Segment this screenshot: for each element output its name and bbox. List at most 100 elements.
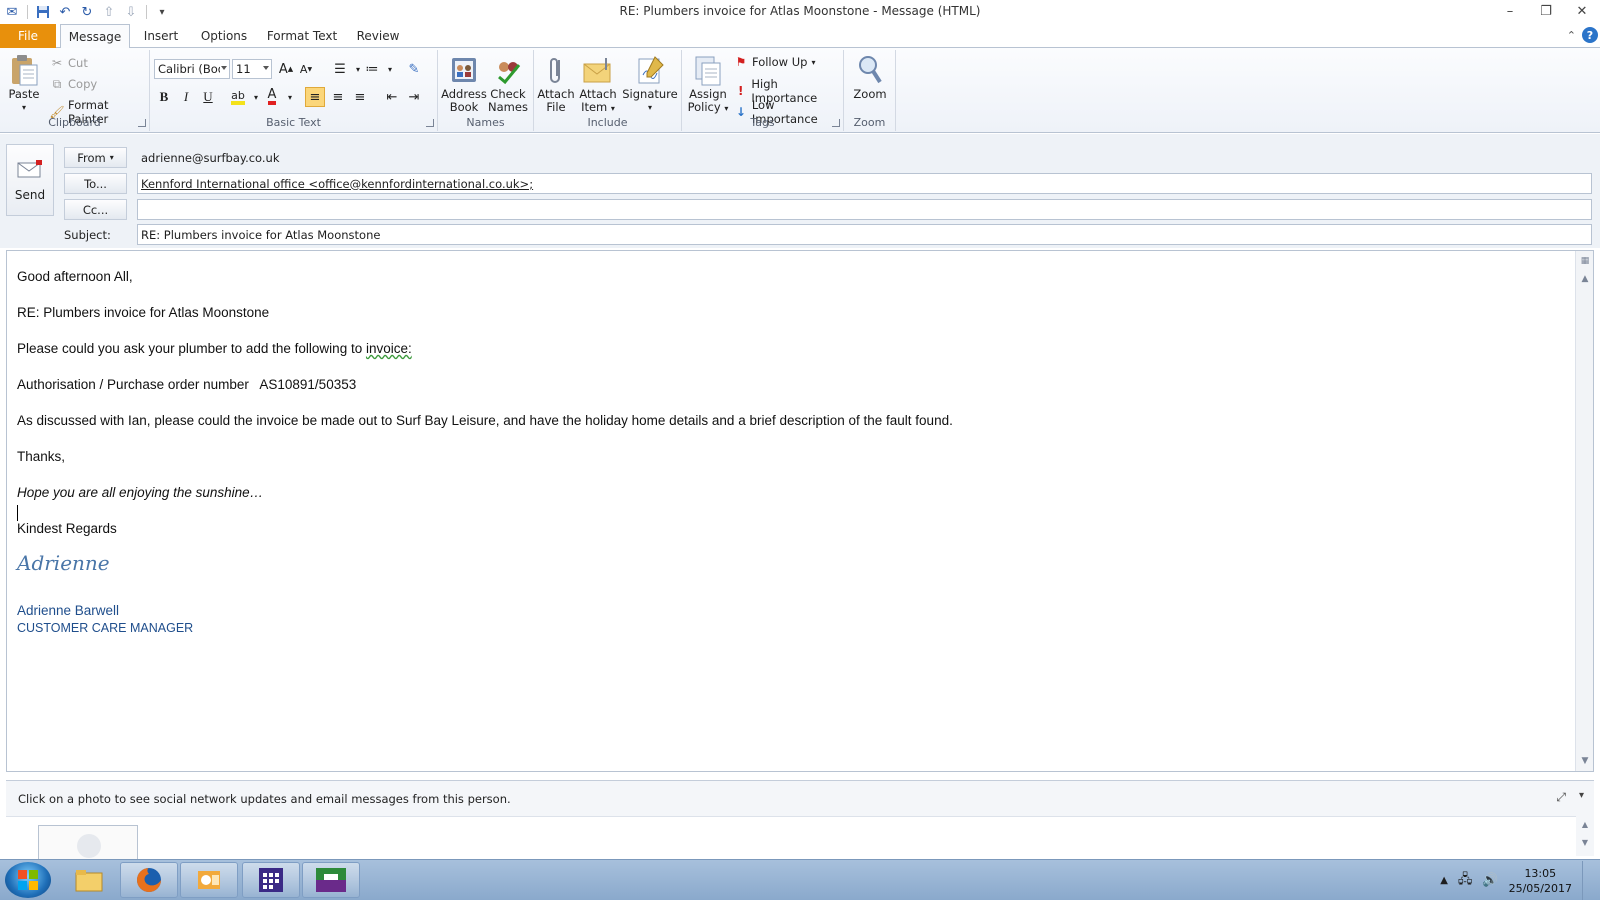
attach-item-dropdown-icon[interactable]: ▾ xyxy=(611,104,615,113)
taskbar-firefox[interactable] xyxy=(120,862,178,898)
people-pane-scrollbar[interactable]: ▲ ▼ xyxy=(1576,816,1594,857)
signature-dropdown-icon[interactable]: ▾ xyxy=(648,101,652,114)
ruler-toggle-icon[interactable]: ▦ xyxy=(1579,255,1591,267)
to-recipient[interactable]: Kennford International office <office@ke… xyxy=(141,177,533,191)
to-button[interactable]: To... xyxy=(64,173,127,194)
attach-item-button[interactable]: Attach Item ▾ xyxy=(576,54,620,115)
paste-dropdown-icon[interactable]: ▾ xyxy=(22,101,26,114)
check-names-button[interactable]: Check Names xyxy=(486,54,530,114)
zoom-button[interactable]: Zoom xyxy=(848,54,892,101)
collapse-people-pane-icon[interactable]: ▾ xyxy=(1579,790,1584,801)
italic-icon[interactable]: I xyxy=(176,87,196,107)
customize-qat-icon[interactable]: ▾ xyxy=(152,2,172,22)
clipboard-dialog-launcher-icon[interactable] xyxy=(138,119,146,127)
check-names-label-line2: Names xyxy=(488,100,528,114)
numbering-dropdown-icon[interactable]: ▾ xyxy=(380,59,400,79)
to-field[interactable]: Kennford International office <office@ke… xyxy=(137,173,1592,194)
paste-button[interactable]: Paste ▾ xyxy=(6,54,42,114)
collapse-ribbon-icon[interactable]: ⌃ xyxy=(1567,29,1576,42)
assign-policy-icon xyxy=(692,54,724,86)
restore-icon[interactable]: ❐ xyxy=(1528,0,1564,22)
from-button[interactable]: From ▾ xyxy=(64,147,127,168)
tab-options[interactable]: Options xyxy=(194,24,254,48)
underline-icon[interactable]: U xyxy=(198,87,218,107)
message-header: Send From ▾ adrienne@surfbay.co.uk To...… xyxy=(0,134,1600,248)
font-color-icon[interactable]: A xyxy=(262,87,282,107)
redo-icon[interactable]: ↻ xyxy=(77,2,97,22)
taskbar-outlook[interactable] xyxy=(180,862,238,898)
tab-message[interactable]: Message xyxy=(60,24,130,49)
network-icon[interactable]: 🖧 xyxy=(1458,870,1473,892)
expand-people-pane-icon[interactable]: ⤢ xyxy=(1556,790,1566,805)
clipboard-group-label: Clipboard xyxy=(48,116,101,129)
include-group-label: Include xyxy=(587,116,628,129)
ribbon-right-controls: ⌃ ? xyxy=(1567,27,1598,43)
attach-item-label-line2: Item xyxy=(581,100,608,114)
volume-icon[interactable]: 🔊 xyxy=(1482,873,1498,888)
follow-up-dropdown-icon[interactable]: ▾ xyxy=(811,58,815,67)
assign-policy-dropdown-icon[interactable]: ▾ xyxy=(724,104,728,113)
decrease-indent-icon[interactable]: ⇤ xyxy=(382,87,402,107)
align-center-icon[interactable]: ≡ xyxy=(328,87,348,107)
bullets-icon[interactable]: ☰ xyxy=(330,59,350,79)
tab-file[interactable]: File xyxy=(0,24,56,48)
clear-formatting-icon[interactable]: ✎ xyxy=(404,59,424,79)
paste-icon xyxy=(8,54,40,86)
scissors-icon: ✂ xyxy=(51,56,63,70)
body-scrollbar[interactable]: ▦ ▲ ▼ xyxy=(1575,251,1593,771)
highlight-icon[interactable]: ab xyxy=(228,87,248,107)
undo-icon[interactable]: ↶ xyxy=(55,2,75,22)
close-icon[interactable]: ✕ xyxy=(1564,0,1600,22)
numbering-icon[interactable]: ≔ xyxy=(362,59,382,79)
next-item-icon[interactable]: ⇩ xyxy=(121,2,141,22)
taskbar-calendar-app[interactable] xyxy=(242,862,300,898)
tab-format-text[interactable]: Format Text xyxy=(262,24,342,48)
outlook-app-icon[interactable]: ✉ xyxy=(2,2,22,22)
tags-dialog-launcher-icon[interactable] xyxy=(832,119,840,127)
envelope-attach-icon xyxy=(582,54,614,86)
sender-title: CUSTOMER CARE MANAGER xyxy=(17,621,194,635)
signature-button[interactable]: Signature ▾ xyxy=(622,54,678,114)
scroll-down-icon[interactable]: ▼ xyxy=(1579,755,1591,767)
cc-button[interactable]: Cc... xyxy=(64,199,127,220)
taskbar-explorer[interactable] xyxy=(60,862,118,898)
cc-field[interactable] xyxy=(137,199,1592,220)
basic-text-group: Calibri (Body) 11 A▲ A▼ ☰ ▾ ≔ ▾ ✎ B I U … xyxy=(150,50,438,131)
show-desktop-button[interactable] xyxy=(1582,860,1592,900)
attach-file-button[interactable]: Attach File xyxy=(537,54,575,114)
send-button[interactable]: Send xyxy=(6,144,54,216)
cut-button[interactable]: ✂ Cut xyxy=(50,56,88,70)
scroll-up-icon[interactable]: ▲ xyxy=(1579,273,1591,285)
font-name-select[interactable]: Calibri (Body) xyxy=(154,59,230,79)
align-left-icon[interactable]: ≡ xyxy=(305,87,325,107)
system-clock[interactable]: 13:05 25/05/2017 xyxy=(1509,866,1572,896)
title-bar: ✉ ↶ ↻ ⇧ ⇩ ▾ RE: Plumbers invoice for Atl… xyxy=(0,0,1600,24)
minimize-icon[interactable]: – xyxy=(1492,0,1528,22)
taskbar-sage[interactable] xyxy=(302,862,360,898)
message-body[interactable]: Good afternoon All, RE: Plumbers invoice… xyxy=(6,250,1594,772)
zoom-group-label: Zoom xyxy=(853,116,886,129)
clipboard-group: Paste ▾ ✂ Cut ⧉ Copy 🖌 Format Painter Cl… xyxy=(0,50,150,131)
assign-policy-button[interactable]: Assign Policy ▾ xyxy=(686,54,730,115)
start-button[interactable] xyxy=(5,862,51,898)
increase-indent-icon[interactable]: ⇥ xyxy=(404,87,424,107)
tab-review[interactable]: Review xyxy=(350,24,406,48)
basic-text-dialog-launcher-icon[interactable] xyxy=(426,119,434,127)
font-size-select[interactable]: 11 xyxy=(232,59,272,79)
help-icon[interactable]: ? xyxy=(1582,27,1598,43)
align-right-icon[interactable]: ≡ xyxy=(350,87,370,107)
ribbon: Paste ▾ ✂ Cut ⧉ Copy 🖌 Format Painter Cl… xyxy=(0,48,1600,133)
copy-button[interactable]: ⧉ Copy xyxy=(50,77,97,92)
firefox-icon xyxy=(137,868,161,892)
tab-insert[interactable]: Insert xyxy=(136,24,186,48)
font-color-dropdown-icon[interactable]: ▾ xyxy=(280,87,300,107)
bold-icon[interactable]: B xyxy=(154,87,174,107)
follow-up-button[interactable]: ⚑ Follow Up ▾ xyxy=(734,55,816,69)
shrink-font-icon[interactable]: A ▼ xyxy=(296,59,316,79)
subject-field[interactable]: RE: Plumbers invoice for Atlas Moonstone xyxy=(137,224,1592,245)
show-hidden-icons-icon[interactable]: ▲ xyxy=(1440,875,1448,886)
save-icon[interactable] xyxy=(33,2,53,22)
previous-item-icon[interactable]: ⇧ xyxy=(99,2,119,22)
address-book-button[interactable]: Address Book xyxy=(441,54,487,114)
grow-font-icon[interactable]: A ▲ xyxy=(276,59,296,79)
